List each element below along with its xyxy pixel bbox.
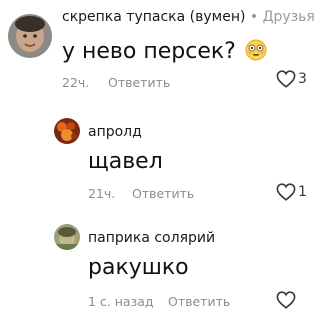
comment-author[interactable]: скрепка тупаска (вумен) • Друзья xyxy=(62,8,315,26)
like-button[interactable] xyxy=(276,291,298,309)
separator-dot: • xyxy=(245,9,263,25)
reply-button[interactable]: Ответить xyxy=(168,294,230,310)
like-count: 3 xyxy=(298,71,307,87)
comment-item: апролд щавел 21ч. Ответить 1 xyxy=(0,110,320,210)
author-name[interactable]: паприка солярий xyxy=(88,229,215,247)
like-button[interactable]: 1 xyxy=(276,183,307,201)
like-count: 1 xyxy=(298,184,307,200)
avatar-image xyxy=(54,224,80,250)
heart-icon xyxy=(276,291,296,309)
avatar-image xyxy=(54,118,80,144)
comment-time: 22ч. xyxy=(62,75,90,90)
heart-icon xyxy=(276,183,296,201)
comment-text-row: у нево персек? xyxy=(62,38,267,66)
author-name[interactable]: скрепка тупаска (вумен) xyxy=(62,9,245,25)
avatar[interactable] xyxy=(8,14,52,58)
comment-text: ракушко xyxy=(88,255,189,280)
author-name[interactable]: апролд xyxy=(88,123,142,141)
avatar[interactable] xyxy=(54,118,80,144)
avatar[interactable] xyxy=(54,224,80,250)
comment-text: у нево персек? xyxy=(62,39,236,64)
flushed-face-icon xyxy=(245,39,267,61)
reply-button[interactable]: Ответить xyxy=(108,75,170,91)
heart-icon xyxy=(276,70,296,88)
comment-text: щавел xyxy=(88,149,163,174)
avatar-image xyxy=(8,14,52,58)
comment-time: 1 с. назад xyxy=(88,294,154,309)
comment-time: 21ч. xyxy=(88,186,116,201)
comment-item: паприка солярий ракушко 1 с. назад Ответ… xyxy=(0,216,320,320)
comment-item: скрепка тупаска (вумен) • Друзья у нево … xyxy=(0,0,320,110)
like-button[interactable]: 3 xyxy=(276,70,307,88)
reply-button[interactable]: Ответить xyxy=(132,186,194,202)
friends-badge: Друзья xyxy=(262,9,315,25)
